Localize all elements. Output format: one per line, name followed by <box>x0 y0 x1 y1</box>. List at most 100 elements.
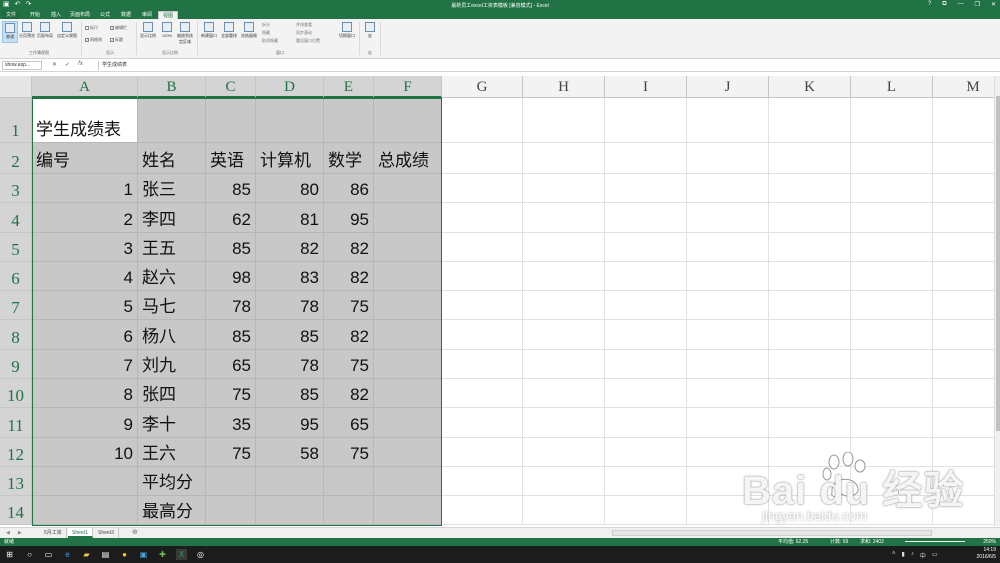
cell-a3[interactable]: 1 <box>32 174 138 203</box>
cell-k10[interactable] <box>769 379 851 408</box>
cell-i3[interactable] <box>605 174 687 203</box>
cell-a10[interactable]: 8 <box>32 379 138 408</box>
cell-h12[interactable] <box>523 438 605 467</box>
game-icon[interactable]: ✚ <box>157 549 168 560</box>
cell-l9[interactable] <box>851 350 933 379</box>
cell-e2[interactable]: 数学 <box>324 143 374 174</box>
cell-f13[interactable] <box>374 467 442 496</box>
column-header-e[interactable]: E <box>324 76 374 98</box>
cell-h3[interactable] <box>523 174 605 203</box>
cell-d4[interactable]: 81 <box>256 203 324 233</box>
vertical-scrollbar[interactable] <box>994 76 1000 526</box>
cell-m4[interactable] <box>933 203 1000 233</box>
cell-j6[interactable] <box>687 262 769 291</box>
column-header-i[interactable]: I <box>605 76 687 98</box>
cell-k7[interactable] <box>769 291 851 320</box>
cell-f9[interactable] <box>374 350 442 379</box>
cell-h11[interactable] <box>523 408 605 438</box>
cell-g2[interactable] <box>442 143 523 174</box>
horizontal-scrollbar[interactable] <box>612 530 932 536</box>
cancel-icon[interactable]: ✕ <box>52 61 57 68</box>
cell-h9[interactable] <box>523 350 605 379</box>
cell-d5[interactable]: 82 <box>256 233 324 262</box>
cell-m6[interactable] <box>933 262 1000 291</box>
cell-b6[interactable]: 赵六 <box>138 262 206 291</box>
cell-f3[interactable] <box>374 174 442 203</box>
cell-c13[interactable] <box>206 467 256 496</box>
cell-h8[interactable] <box>523 320 605 350</box>
cell-d7[interactable]: 78 <box>256 291 324 320</box>
cell-m5[interactable] <box>933 233 1000 262</box>
tab-formulas[interactable]: 公式 <box>96 11 114 19</box>
row-header-2[interactable]: 2 <box>0 143 32 174</box>
cell-i10[interactable] <box>605 379 687 408</box>
zoom-slider[interactable] <box>905 541 965 542</box>
row-header-11[interactable]: 11 <box>0 408 32 438</box>
row-header-1[interactable]: 1 <box>0 98 32 143</box>
cell-d2[interactable]: 计算机 <box>256 143 324 174</box>
cell-e10[interactable]: 82 <box>324 379 374 408</box>
cell-m3[interactable] <box>933 174 1000 203</box>
cell-c1[interactable] <box>206 98 256 143</box>
cell-i11[interactable] <box>605 408 687 438</box>
cell-b3[interactable]: 张三 <box>138 174 206 203</box>
ruler-checkbox[interactable]: 标尺 <box>85 25 98 31</box>
formula-input[interactable]: 学生成绩表 <box>98 61 997 70</box>
cell-a7[interactable]: 5 <box>32 291 138 320</box>
start-icon[interactable]: ⊞ <box>4 549 15 560</box>
column-header-f[interactable]: F <box>374 76 442 98</box>
row-header-8[interactable]: 8 <box>0 320 32 350</box>
cell-g9[interactable] <box>442 350 523 379</box>
cell-h5[interactable] <box>523 233 605 262</box>
cell-d8[interactable]: 85 <box>256 320 324 350</box>
switch-windows-button[interactable]: 切换窗口 <box>338 21 356 43</box>
network-icon[interactable]: ▮ <box>902 551 905 560</box>
cell-h1[interactable] <box>523 98 605 143</box>
row-header-5[interactable]: 5 <box>0 233 32 262</box>
cell-c7[interactable]: 78 <box>206 291 256 320</box>
cell-i9[interactable] <box>605 350 687 379</box>
cell-e11[interactable]: 65 <box>324 408 374 438</box>
column-header-h[interactable]: H <box>523 76 605 98</box>
ime-icon[interactable]: 中 <box>920 551 926 560</box>
cell-j8[interactable] <box>687 320 769 350</box>
cell-h14[interactable] <box>523 496 605 525</box>
cell-b11[interactable]: 李十 <box>138 408 206 438</box>
cell-l10[interactable] <box>851 379 933 408</box>
cell-f11[interactable] <box>374 408 442 438</box>
row-header-13[interactable]: 13 <box>0 467 32 496</box>
formula-bar-checkbox[interactable]: ✓ 编辑栏 <box>110 25 127 31</box>
cell-i7[interactable] <box>605 291 687 320</box>
cell-a12[interactable]: 10 <box>32 438 138 467</box>
column-header-c[interactable]: C <box>206 76 256 98</box>
cell-c4[interactable]: 62 <box>206 203 256 233</box>
cell-h7[interactable] <box>523 291 605 320</box>
cell-c6[interactable]: 98 <box>206 262 256 291</box>
sheet-tab-sheet3[interactable]: Sheet3 <box>94 528 119 538</box>
cell-a5[interactable]: 3 <box>32 233 138 262</box>
cell-d3[interactable]: 80 <box>256 174 324 203</box>
cell-c11[interactable]: 35 <box>206 408 256 438</box>
cell-g10[interactable] <box>442 379 523 408</box>
cell-k2[interactable] <box>769 143 851 174</box>
tab-insert[interactable]: 插入 <box>47 11 65 19</box>
app2-icon[interactable]: ◎ <box>195 549 206 560</box>
cell-a1[interactable]: 学生成绩表 <box>32 98 138 143</box>
cell-e5[interactable]: 82 <box>324 233 374 262</box>
cell-f8[interactable] <box>374 320 442 350</box>
row-header-6[interactable]: 6 <box>0 262 32 291</box>
cell-f14[interactable] <box>374 496 442 525</box>
cell-c12[interactable]: 75 <box>206 438 256 467</box>
synchronous-scrolling-button[interactable]: 同步滚动 <box>296 30 312 36</box>
browser-icon[interactable]: ● <box>119 549 130 560</box>
insert-function-icon[interactable]: 𝑓x <box>78 61 83 68</box>
column-header-k[interactable]: K <box>769 76 851 98</box>
headings-checkbox[interactable]: ✓ 标题 <box>110 37 123 43</box>
cell-c14[interactable] <box>206 496 256 525</box>
cell-f4[interactable] <box>374 203 442 233</box>
zoom-100-button[interactable]: 100% <box>159 21 175 43</box>
arrange-all-button[interactable]: 全部重排 <box>220 21 238 43</box>
row-header-12[interactable]: 12 <box>0 438 32 467</box>
zoom-level[interactable]: 250% <box>983 538 996 546</box>
cell-k8[interactable] <box>769 320 851 350</box>
